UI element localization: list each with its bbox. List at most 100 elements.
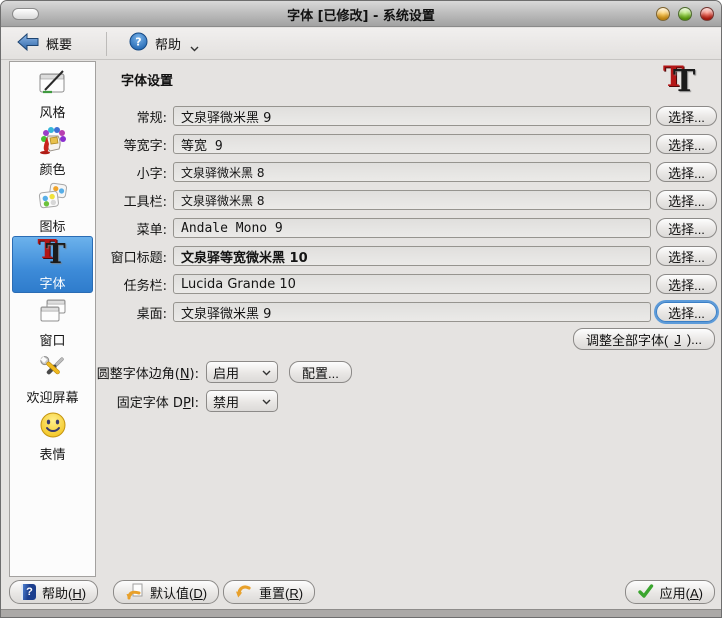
font-preview-field: 文泉驿微米黑 8 <box>173 190 651 210</box>
chevron-down-icon <box>262 365 271 380</box>
chevron-down-icon <box>190 41 199 56</box>
defaults-button[interactable]: 默认值(D) <box>113 580 220 604</box>
apply-button[interactable]: 应用(A) <box>624 580 715 604</box>
choose-font-button[interactable]: 选择... <box>656 302 717 322</box>
back-arrow-icon <box>17 32 39 56</box>
font-row-label: 小字: <box>136 166 167 182</box>
check-icon <box>637 583 654 602</box>
choose-font-button[interactable]: 选择... <box>656 134 717 154</box>
font-row-label: 窗口标题: <box>110 250 167 266</box>
defaults-label: 默认值(D) <box>150 585 208 601</box>
sidebar-item-label: 字体 <box>39 277 66 292</box>
choose-font-button[interactable]: 选择... <box>656 274 717 294</box>
font-settings-form: 常规: 文泉驿微米黑 9 选择... 等宽字: 等宽 9 选择... 小字: 文… <box>95 106 717 330</box>
close-button[interactable] <box>700 7 714 21</box>
font-row-menu: 菜单: Andale Mono 9 选择... <box>95 218 717 238</box>
antialias-row: 圆整字体边角(N): 启用 配置... <box>95 361 352 383</box>
titlebar[interactable]: 字体 [已修改] - 系统设置 <box>1 1 721 27</box>
font-row-label: 桌面: <box>136 306 167 322</box>
font-row-desktop: 桌面: 文泉驿微米黑 9 选择... <box>95 302 717 322</box>
help-circle-icon: ? <box>129 32 148 55</box>
sidebar-item-emoticons[interactable]: 表情 <box>12 407 93 464</box>
font-preview-field: 文泉驿微米黑 9 <box>173 302 651 322</box>
toolbar-separator <box>106 31 108 56</box>
help-footer-label: 帮助(H) <box>42 585 87 601</box>
tools-icon <box>36 351 70 385</box>
svg-text:?: ? <box>135 36 141 49</box>
antialias-value: 启用 <box>213 366 240 382</box>
sidebar-item-label: 欢迎屏幕 <box>26 391 79 406</box>
help-footer-button[interactable]: ? 帮助(H) <box>9 580 99 604</box>
antialias-select[interactable]: 启用 <box>206 361 278 383</box>
sidebar-item-label: 窗口 <box>39 334 66 349</box>
footer-bar: ? 帮助(H) 默认值(D) 重置(R) 应用(A) <box>1 575 721 609</box>
sidebar-item-fonts[interactable]: T T 字体 <box>12 235 93 293</box>
colors-icon <box>36 123 70 157</box>
sidebar-item-splash[interactable]: 欢迎屏幕 <box>12 350 93 407</box>
choose-font-button[interactable]: 选择... <box>656 218 717 238</box>
configure-antialias-button[interactable]: 配置... <box>289 361 352 383</box>
windows-icon <box>36 294 70 328</box>
font-row-label: 菜单: <box>136 222 167 238</box>
font-row-fixed-width: 等宽字: 等宽 9 选择... <box>95 134 717 154</box>
window-title: 字体 [已修改] - 系统设置 <box>287 8 435 24</box>
font-preview-field: 文泉驿等宽微米黑 10 <box>173 246 651 266</box>
sidebar-item-windows[interactable]: 窗口 <box>12 293 93 350</box>
antialias-label: 圆整字体边角(N): <box>96 366 199 382</box>
maximize-button[interactable] <box>678 7 692 21</box>
overview-label: 概要 <box>46 38 73 53</box>
font-row-label: 任务栏: <box>123 278 167 294</box>
dpi-value: 禁用 <box>213 395 240 411</box>
font-row-taskbar: 任务栏: Lucida Grande 10 选择... <box>95 274 717 294</box>
dpi-row: 固定字体 DPI: 禁用 <box>95 390 278 412</box>
sidebar-item-label: 表情 <box>39 448 66 463</box>
sidebar: 风格 颜色 图标 T T 字体 窗口 欢迎屏幕 表情 <box>9 61 96 577</box>
font-preview-field: Lucida Grande 10 <box>173 274 651 294</box>
overview-button[interactable]: 概要 <box>9 29 80 59</box>
undo-arrow-icon <box>235 582 253 603</box>
fonts-icon: T T <box>37 235 66 270</box>
choose-font-button[interactable]: 选择... <box>656 246 717 266</box>
dpi-select[interactable]: 禁用 <box>206 390 278 412</box>
sidebar-item-icons[interactable]: 图标 <box>12 179 93 236</box>
reset-button[interactable]: 重置(R) <box>223 580 316 604</box>
sidebar-item-label: 风格 <box>39 106 66 121</box>
undo-document-icon <box>125 582 144 603</box>
font-preview-field: 文泉驿微米黑 8 <box>173 162 651 182</box>
help-book-icon: ? <box>21 584 36 600</box>
system-settings-window: 字体 [已修改] - 系统设置 概要 ? 帮助 风格 颜色 图标 T T 字体 … <box>0 0 722 618</box>
icons-icon <box>36 180 70 214</box>
smiley-icon <box>36 408 70 442</box>
minimize-button[interactable] <box>656 7 670 21</box>
chevron-down-icon <box>262 394 271 409</box>
dpi-label: 固定字体 DPI: <box>116 395 199 411</box>
help-label: 帮助 <box>155 38 182 53</box>
choose-font-button[interactable]: 选择... <box>656 106 717 126</box>
toolbar: 概要 ? 帮助 <box>1 28 721 60</box>
sidebar-item-label: 颜色 <box>39 163 66 178</box>
page-title: 字体设置 <box>121 74 174 89</box>
reset-label: 重置(R) <box>259 585 304 601</box>
font-row-small: 小字: 文泉驿微米黑 8 选择... <box>95 162 717 182</box>
style-icon <box>36 66 70 100</box>
choose-font-button[interactable]: 选择... <box>656 162 717 182</box>
choose-font-button[interactable]: 选择... <box>656 190 717 210</box>
sidebar-item-style[interactable]: 风格 <box>12 65 93 122</box>
window-controls <box>656 7 714 21</box>
font-row-toolbar: 工具栏: 文泉驿微米黑 8 选择... <box>95 190 717 210</box>
help-button[interactable]: ? 帮助 <box>121 28 207 59</box>
window-bottom-border <box>1 609 721 617</box>
font-row-label: 等宽字: <box>123 138 167 154</box>
apply-label: 应用(A) <box>659 585 703 601</box>
font-row-label: 工具栏: <box>123 194 167 210</box>
sidebar-item-colors[interactable]: 颜色 <box>12 122 93 179</box>
sidebar-item-label: 图标 <box>39 220 66 235</box>
font-row-general: 常规: 文泉驿微米黑 9 选择... <box>95 106 717 126</box>
font-preview-field: 文泉驿微米黑 9 <box>173 106 651 126</box>
fonts-module-icon: T T <box>663 60 696 99</box>
font-preview-field: 等宽 9 <box>173 134 651 154</box>
font-row-label: 常规: <box>136 110 167 126</box>
adjust-all-fonts-button[interactable]: 调整全部字体(J)... <box>572 328 715 350</box>
font-row-window-title: 窗口标题: 文泉驿等宽微米黑 10 选择... <box>95 246 717 266</box>
font-preview-field: Andale Mono 9 <box>173 218 651 238</box>
